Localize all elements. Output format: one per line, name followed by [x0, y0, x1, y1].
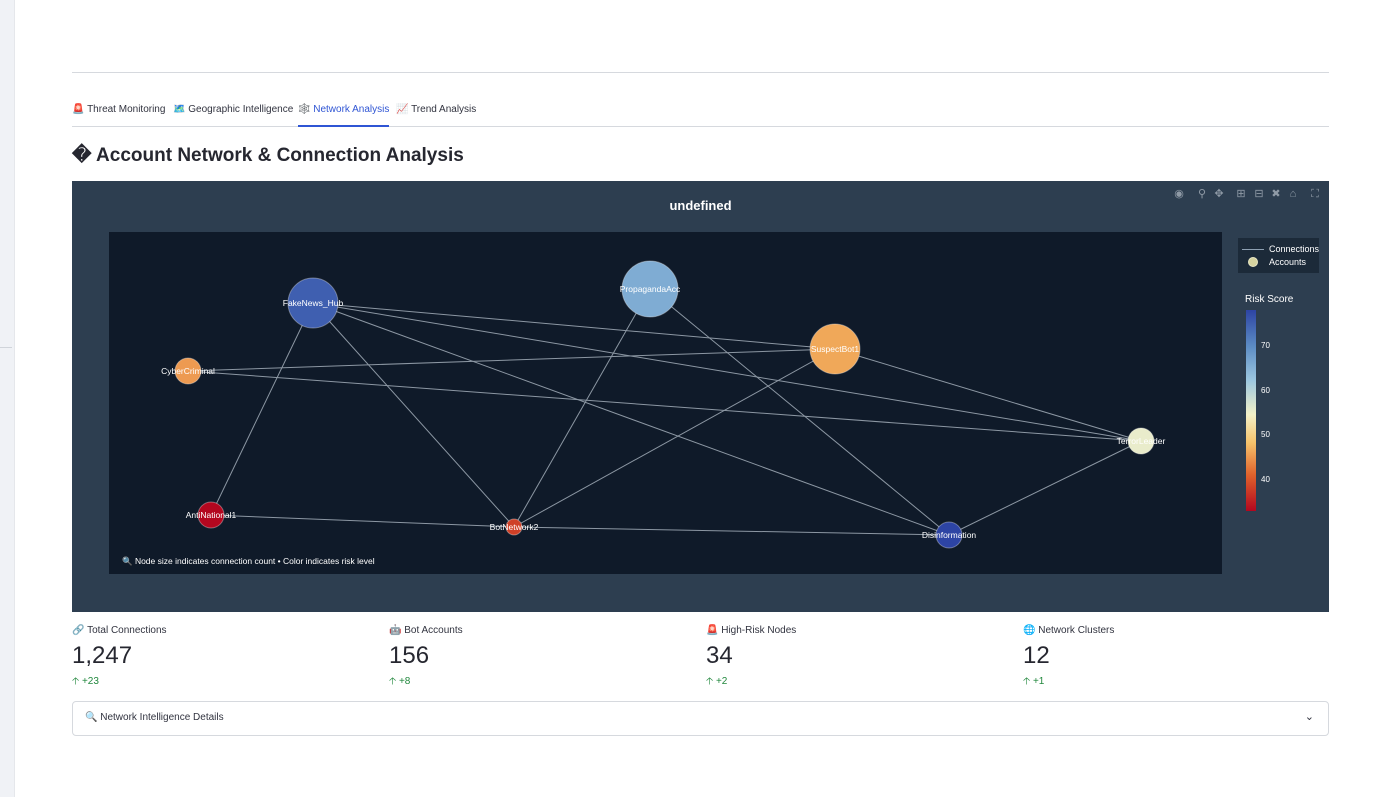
metric-total-connections: 🔗 Total Connections 1,247 🡡 +23	[72, 625, 372, 691]
robot-icon: 🤖	[389, 625, 402, 636]
tab-trend-analysis[interactable]: 📈 Trend Analysis	[396, 98, 476, 125]
edge-CyberCriminal-TerrorLeader	[187, 370, 1142, 442]
arrow-up-icon: 🡡	[1023, 676, 1031, 687]
metric-value: 34	[706, 642, 733, 669]
globe-icon: 🌐	[1023, 625, 1036, 636]
metric-label: Bot Accounts	[404, 625, 463, 636]
metric-label: High-Risk Nodes	[721, 625, 797, 636]
edge-AntiNational1-BotNetwork2	[210, 514, 515, 528]
chart-caption: 🔍 Node size indicates connection count •…	[122, 556, 375, 566]
legend-label: Connections	[1269, 244, 1320, 254]
home-icon[interactable]: ⌂	[1287, 187, 1299, 201]
tab-geographic-intelligence[interactable]: 🗺️ Geographic Intelligence	[173, 98, 293, 125]
tab-bar: 🚨 Threat Monitoring 🗺️ Geographic Intell…	[72, 98, 1329, 127]
metric-value: 156	[389, 642, 430, 669]
arrow-up-icon: 🡡	[706, 676, 714, 687]
colorbar-title: Risk Score	[1245, 294, 1294, 305]
edge-SuspectBot1-BotNetwork2	[513, 348, 836, 528]
tab-network-analysis[interactable]: 🕸️ Network Analysis	[298, 98, 390, 127]
node-label-AntiNational1: AntiNational1	[186, 510, 237, 520]
zoom-icon[interactable]: ⚲	[1196, 187, 1208, 201]
edge-FakeNews_Hub-TerrorLeader	[312, 302, 1142, 442]
fullscreen-icon[interactable]: ⛶	[1309, 187, 1321, 201]
network-graph: FakeNews_Hub PropagandaAcc SuspectBot1 Cybe…	[161, 260, 1166, 549]
tab-label: Trend Analysis	[411, 104, 477, 115]
map-icon: 🗺️	[173, 104, 186, 115]
line-swatch	[1242, 249, 1264, 250]
colorbar-tick: 50	[1261, 430, 1270, 439]
network-intelligence-expander[interactable]: 🔍 Network Intelligence Details ⌄	[72, 701, 1329, 736]
edge-FakeNews_Hub-SuspectBot1	[312, 302, 836, 350]
expander-label: 🔍 Network Intelligence Details	[85, 712, 224, 723]
chevron-down-icon: ⌄	[1304, 711, 1314, 723]
chart-modebar: ◉ ⚲ ✥ ⊞ ⊟ ✖ ⌂ ⛶	[1173, 187, 1323, 201]
zoom-in-icon[interactable]: ⊞	[1235, 187, 1247, 201]
network-chart: undefined ◉ ⚲ ✥ ⊞ ⊟ ✖ ⌂ ⛶ FakeNews_Hub Pr…	[72, 181, 1329, 612]
node-label-Disinformation: Disinformation	[922, 530, 977, 540]
chart-legend[interactable]: Connections Accounts	[1238, 238, 1319, 273]
metric-delta: +1	[1032, 676, 1045, 687]
edge-FakeNews_Hub-BotNetwork2	[312, 302, 515, 528]
metric-label: Network Clusters	[1038, 625, 1115, 636]
node-label-SuspectBot1: SuspectBot1	[811, 344, 859, 354]
metric-value: 12	[1023, 642, 1050, 669]
edge-BotNetwork2-Disinformation	[513, 526, 950, 536]
metric-value: 1,247	[72, 642, 133, 669]
tab-label: Network Analysis	[313, 104, 390, 115]
header-divider	[72, 72, 1329, 73]
tab-label: Geographic Intelligence	[188, 104, 294, 115]
zoom-out-icon[interactable]: ⊟	[1253, 187, 1265, 201]
colorbar-tick: 40	[1261, 475, 1270, 484]
colorbar-tick: 60	[1261, 386, 1270, 395]
legend-label: Accounts	[1269, 257, 1307, 267]
edge-PropagandaAcc-Disinformation	[649, 288, 950, 536]
arrow-up-icon: 🡡	[72, 676, 80, 687]
trend-icon: 📈	[396, 104, 409, 115]
tab-threat-monitoring[interactable]: 🚨 Threat Monitoring	[72, 98, 165, 125]
node-label-TerrorLeader: TerrorLeader	[1117, 436, 1166, 446]
edge-PropagandaAcc-BotNetwork2	[513, 288, 651, 528]
metric-delta: +8	[398, 676, 411, 687]
siren-icon: 🚨	[706, 625, 719, 636]
rail-divider	[0, 347, 12, 348]
metric-bot-accounts: 🤖 Bot Accounts 156 🡡 +8	[389, 625, 689, 691]
colorbar-tick: 70	[1261, 341, 1270, 350]
sidebar-rail	[0, 0, 15, 797]
metric-delta: +2	[715, 676, 728, 687]
edge-Disinformation-TerrorLeader	[948, 440, 1142, 536]
node-label-PropagandaAcc: PropagandaAcc	[620, 284, 681, 294]
link-icon: 🔗	[72, 625, 85, 636]
siren-icon: 🚨	[72, 104, 85, 115]
arrow-up-icon: 🡡	[389, 676, 397, 687]
plot-area[interactable]: FakeNews_Hub PropagandaAcc SuspectBot1 Cybe…	[109, 232, 1222, 574]
autoscale-icon[interactable]: ✖	[1270, 187, 1282, 201]
pan-icon[interactable]: ✥	[1213, 187, 1225, 201]
section-title: � Account Network & Connection Analysis	[72, 145, 464, 166]
camera-icon[interactable]: ◉	[1173, 187, 1185, 201]
node-label-CyberCriminal: CyberCriminal	[161, 366, 215, 376]
metric-delta: +23	[81, 676, 99, 687]
dot-swatch	[1248, 257, 1258, 267]
edge-SuspectBot1-TerrorLeader	[834, 348, 1142, 442]
colorbar	[1246, 310, 1256, 511]
node-label-BotNetwork2: BotNetwork2	[490, 522, 539, 532]
metric-network-clusters: 🌐 Network Clusters 12 🡡 +1	[1023, 625, 1323, 691]
chart-title: undefined	[669, 198, 732, 213]
metric-label: Total Connections	[87, 625, 167, 636]
network-icon: 🕸️	[298, 104, 311, 115]
edge-FakeNews_Hub-AntiNational1	[210, 302, 314, 516]
node-label-FakeNews_Hub: FakeNews_Hub	[283, 298, 344, 308]
metric-high-risk-nodes: 🚨 High-Risk Nodes 34 🡡 +2	[706, 625, 1006, 691]
tab-label: Threat Monitoring	[87, 104, 166, 115]
